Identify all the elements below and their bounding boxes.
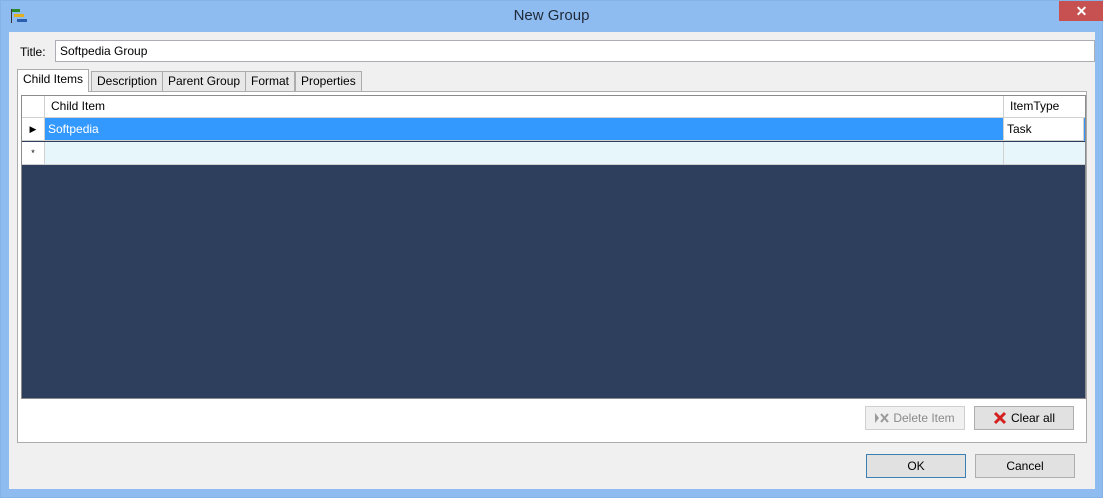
- ok-label: OK: [907, 459, 925, 473]
- tab-child-items[interactable]: Child Items: [17, 69, 90, 92]
- column-header-item-type[interactable]: ItemType: [1004, 96, 1085, 117]
- cell-child-item[interactable]: [45, 142, 1004, 165]
- current-row-arrow-icon[interactable]: ▶: [22, 118, 45, 141]
- cancel-button[interactable]: Cancel: [975, 454, 1075, 478]
- clear-all-button[interactable]: Clear all: [974, 406, 1074, 430]
- close-button[interactable]: ✕: [1059, 1, 1103, 21]
- table-row[interactable]: ▶ Softpedia Task: [22, 118, 1085, 141]
- delete-item-label: Delete Item: [893, 411, 955, 425]
- red-x-icon: [993, 411, 1007, 425]
- title-input[interactable]: Softpedia Group: [55, 40, 1095, 62]
- new-row[interactable]: *: [22, 142, 1085, 165]
- title-bar[interactable]: New Group ✕: [1, 1, 1103, 32]
- cell-item-type[interactable]: [1004, 142, 1085, 165]
- header-corner: [22, 96, 45, 117]
- cell-child-item[interactable]: Softpedia: [45, 118, 1004, 141]
- clear-all-label: Clear all: [1010, 411, 1055, 425]
- new-row-asterisk-icon[interactable]: *: [22, 142, 45, 165]
- cell-item-type[interactable]: Task: [1004, 118, 1084, 141]
- tab-format[interactable]: Format: [245, 71, 296, 91]
- child-items-panel: Child Item ItemType ▶ Softpedia Task * D…: [17, 91, 1087, 443]
- dialog-body: Title: Softpedia Group Child Items Descr…: [9, 32, 1095, 489]
- cancel-label: Cancel: [1006, 459, 1044, 473]
- delete-item-button[interactable]: Delete Item: [865, 406, 965, 430]
- tab-properties[interactable]: Properties: [295, 71, 362, 91]
- delete-item-icon: [875, 413, 890, 423]
- tab-parent-group[interactable]: Parent Group: [162, 71, 247, 91]
- child-items-grid[interactable]: Child Item ItemType ▶ Softpedia Task *: [21, 95, 1086, 399]
- new-group-dialog: New Group ✕ Title: Softpedia Group Child…: [0, 0, 1103, 498]
- title-label: Title:: [20, 45, 46, 59]
- grid-header: Child Item ItemType: [22, 96, 1085, 118]
- tab-description[interactable]: Description: [91, 71, 164, 91]
- close-icon: ✕: [1075, 3, 1088, 19]
- window-title: New Group: [513, 7, 590, 24]
- ok-button[interactable]: OK: [866, 454, 966, 478]
- column-header-child-item[interactable]: Child Item: [45, 96, 1004, 117]
